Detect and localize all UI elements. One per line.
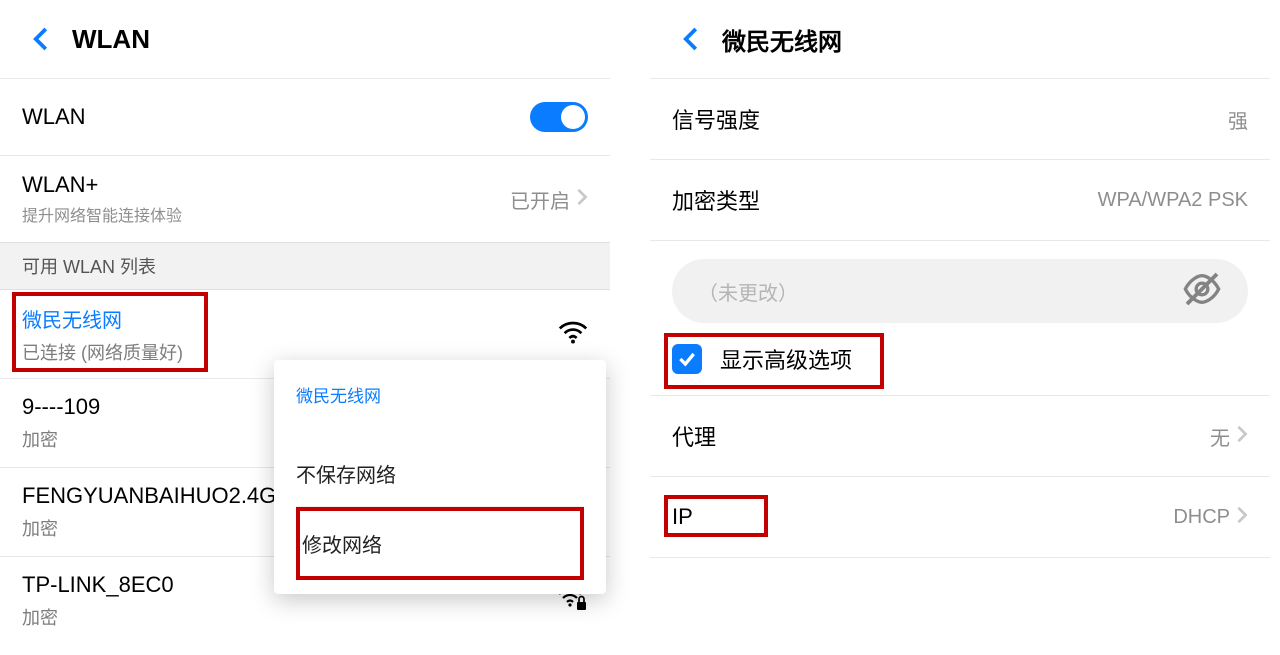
wlan-label: WLAN <box>22 104 86 130</box>
encryption-row: 加密类型 WPA/WPA2 PSK <box>650 160 1270 240</box>
left-header: WLAN <box>0 0 610 78</box>
signal-label: 信号强度 <box>672 103 760 135</box>
wlan-toggle[interactable] <box>530 102 588 132</box>
popup-forget[interactable]: 不保存网络 <box>296 441 584 507</box>
wlan-toggle-row[interactable]: WLAN <box>0 79 610 155</box>
proxy-value: 无 <box>1210 422 1230 451</box>
back-icon[interactable] <box>22 19 62 59</box>
wifi-ssid: 微民无线网 <box>22 304 183 333</box>
wifi-ssid: 9----109 <box>22 394 100 420</box>
wifi-sub: 加密 <box>22 515 276 541</box>
password-placeholder: （未更改） <box>698 277 798 306</box>
advanced-row[interactable]: 显示高级选项 <box>650 343 1270 395</box>
advanced-checkbox[interactable] <box>672 344 702 374</box>
popup-modify[interactable]: 修改网络 <box>302 511 578 576</box>
ip-value: DHCP <box>1173 506 1230 529</box>
proxy-row[interactable]: 代理 无 <box>650 396 1270 476</box>
chevron-right-icon <box>1236 425 1248 448</box>
ip-row[interactable]: IP DHCP <box>650 477 1270 557</box>
proxy-label: 代理 <box>672 420 716 452</box>
popup-title: 微民无线网 <box>296 382 584 407</box>
wifi-sub: 加密 <box>22 426 100 452</box>
highlight-box: 修改网络 <box>296 507 584 580</box>
wlanplus-label: WLAN+ <box>22 172 182 198</box>
password-input[interactable]: （未更改） <box>672 259 1248 323</box>
chevron-right-icon <box>1236 506 1248 529</box>
ip-label: IP <box>672 504 693 530</box>
encryption-label: 加密类型 <box>672 184 760 216</box>
divider <box>650 557 1270 558</box>
wifi-sub: 已连接 (网络质量好) <box>22 339 183 365</box>
advanced-label: 显示高级选项 <box>720 343 852 375</box>
signal-value: 强 <box>1228 105 1248 134</box>
wlanplus-row[interactable]: WLAN+ 提升网络智能连接体验 已开启 <box>0 156 610 242</box>
signal-row: 信号强度 强 <box>650 79 1270 159</box>
wifi-context-menu: 微民无线网 不保存网络 修改网络 <box>274 360 606 594</box>
wifi-icon <box>558 320 588 349</box>
chevron-right-icon <box>576 188 588 211</box>
wifi-sub: 加密 <box>22 604 174 630</box>
wlanplus-value: 已开启 <box>510 185 570 214</box>
page-title-right: 微民无线网 <box>722 22 842 57</box>
page-title-left: WLAN <box>72 24 150 55</box>
wifi-ssid: TP-LINK_8EC0 <box>22 572 174 598</box>
right-header: 微民无线网 <box>650 0 1270 78</box>
back-icon[interactable] <box>672 19 712 59</box>
wifi-ssid: FENGYUANBAIHUO2.4G <box>22 483 276 509</box>
password-row: （未更改） <box>650 241 1270 343</box>
encryption-value: WPA/WPA2 PSK <box>1098 189 1248 212</box>
wlanplus-sub: 提升网络智能连接体验 <box>22 202 182 226</box>
available-wlan-header: 可用 WLAN 列表 <box>0 242 610 290</box>
eye-off-icon[interactable] <box>1182 269 1222 314</box>
